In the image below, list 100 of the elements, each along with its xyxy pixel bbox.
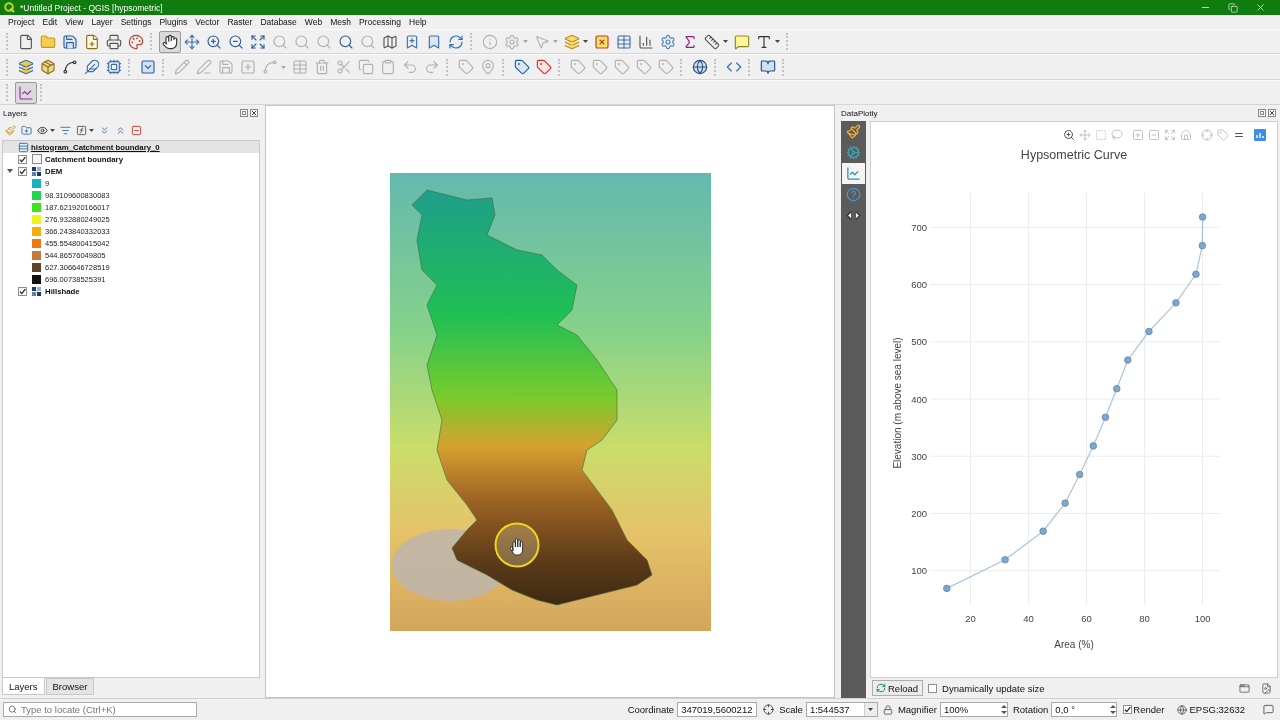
menu-item[interactable]: Database bbox=[256, 17, 301, 27]
magnifier-spinbox[interactable]: 100% bbox=[939, 702, 1008, 717]
caret-icon[interactable] bbox=[723, 40, 728, 43]
spin-arrows-icon[interactable] bbox=[1000, 704, 1007, 715]
folder-plus-icon[interactable] bbox=[21, 124, 32, 136]
eye-icon[interactable] bbox=[37, 124, 48, 136]
reload-button[interactable]: Reload bbox=[872, 680, 924, 696]
axis-tick-label: 60 bbox=[1081, 613, 1092, 624]
message-icon[interactable] bbox=[1263, 704, 1274, 715]
gears-icon bbox=[846, 145, 861, 160]
table-icon bbox=[18, 141, 29, 153]
search-field[interactable]: Type to locate (Ctrl+K) bbox=[3, 702, 197, 717]
menu-item[interactable]: Processing bbox=[354, 17, 405, 27]
axis-tick-label: 200 bbox=[911, 507, 927, 519]
axis-tick-label: 500 bbox=[911, 336, 927, 348]
line-chart-icon bbox=[846, 166, 861, 181]
caret-icon[interactable] bbox=[583, 40, 588, 43]
checkbox[interactable] bbox=[18, 166, 27, 176]
menu-item[interactable]: Layer bbox=[87, 17, 117, 27]
axis-tick-label: 20 bbox=[965, 613, 976, 624]
window-icon[interactable] bbox=[1239, 682, 1250, 694]
menu-item[interactable]: Mesh bbox=[326, 17, 355, 27]
data-point bbox=[1145, 327, 1153, 336]
checkbox[interactable] bbox=[1123, 705, 1133, 714]
map-canvas[interactable] bbox=[265, 105, 835, 698]
caret-icon[interactable] bbox=[775, 40, 780, 43]
zoom-in-icon[interactable] bbox=[1063, 129, 1075, 141]
crosshair-icon[interactable] bbox=[763, 704, 775, 715]
checkbox[interactable] bbox=[18, 286, 27, 296]
panel-title: Layers bbox=[3, 108, 27, 118]
axis-tick-label: 40 bbox=[1023, 613, 1034, 624]
close-icon[interactable] bbox=[1268, 109, 1276, 117]
axis-tick-label: 80 bbox=[1139, 613, 1150, 624]
square-minus-icon[interactable] bbox=[131, 124, 142, 136]
axis-tick-label: 400 bbox=[911, 393, 927, 405]
menu-item[interactable]: Edit bbox=[38, 17, 62, 27]
data-point bbox=[1172, 299, 1180, 307]
axis-tick-label: 100 bbox=[911, 565, 927, 577]
field-label: Scale bbox=[779, 704, 803, 715]
cursor-highlight-icon bbox=[494, 522, 540, 568]
axis-tick-label: 700 bbox=[911, 221, 927, 233]
rotation-spinbox[interactable]: 0,0 ° bbox=[1051, 702, 1118, 717]
axis-title: Area (%) bbox=[1054, 639, 1094, 650]
refresh-icon bbox=[876, 683, 886, 693]
data-point bbox=[1061, 499, 1069, 507]
data-point bbox=[1101, 413, 1110, 421]
menu-item[interactable]: Raster bbox=[223, 17, 257, 27]
data-point bbox=[1039, 527, 1047, 535]
data-point bbox=[1001, 556, 1009, 564]
data-point bbox=[1113, 385, 1121, 393]
checkbox[interactable] bbox=[18, 154, 27, 164]
restore-icon[interactable] bbox=[1228, 2, 1238, 13]
data-point bbox=[943, 584, 951, 593]
menu-item[interactable]: Vector bbox=[191, 17, 224, 27]
chevrons-up-icon[interactable] bbox=[115, 124, 126, 136]
field-label: Coordinate bbox=[627, 704, 675, 715]
chevrons-down-icon[interactable] bbox=[99, 124, 110, 136]
expand-arrow-icon[interactable] bbox=[7, 168, 13, 174]
help-icon bbox=[846, 187, 861, 202]
menu-item[interactable]: Settings bbox=[116, 17, 156, 27]
menu-item[interactable]: Help bbox=[405, 17, 431, 27]
panel-tab[interactable]: Layers bbox=[2, 678, 45, 695]
checkbox-label: Render bbox=[1133, 704, 1165, 715]
menu-item[interactable]: Web bbox=[300, 17, 327, 27]
menu-item[interactable]: Project bbox=[4, 17, 39, 27]
caret-icon[interactable] bbox=[868, 708, 874, 711]
paintbrush-icon bbox=[846, 124, 861, 139]
menu-item[interactable]: View bbox=[61, 17, 88, 27]
search-icon bbox=[8, 705, 17, 714]
axis-tick-label: 600 bbox=[911, 279, 927, 291]
data-point bbox=[1198, 241, 1206, 250]
chart-logo-icon[interactable] bbox=[1254, 129, 1266, 141]
axis-tick-label: 300 bbox=[911, 450, 927, 462]
lock-icon[interactable] bbox=[882, 704, 893, 715]
polygon-symbol-icon bbox=[32, 154, 42, 164]
caret-icon[interactable] bbox=[89, 128, 94, 132]
code-icon bbox=[846, 208, 861, 223]
menu-item[interactable]: Plugins bbox=[155, 17, 192, 27]
crs-button[interactable]: EPSG:32632 bbox=[1176, 704, 1245, 715]
panel-tab[interactable]: Browser bbox=[45, 678, 95, 695]
checkbox[interactable] bbox=[928, 683, 938, 693]
scale-combobox[interactable]: 1:544537 bbox=[805, 702, 878, 717]
field-label: Rotation bbox=[1012, 704, 1049, 715]
data-point bbox=[1192, 270, 1200, 278]
window-title: *Untitled Project - QGIS [hypsometric] bbox=[20, 2, 163, 13]
close-icon[interactable] bbox=[250, 109, 258, 117]
page-image-icon[interactable] bbox=[1261, 682, 1272, 694]
data-point bbox=[1089, 442, 1097, 450]
app-logo-icon bbox=[4, 2, 15, 13]
paintbrush-icon[interactable] bbox=[5, 124, 16, 136]
checkbox-label: Dynamically update size bbox=[942, 682, 1045, 694]
coordinate-field[interactable]: 347019,5600212 bbox=[677, 702, 758, 717]
spin-arrows-icon[interactable] bbox=[1110, 704, 1117, 715]
chart-title: Hypsometric Curve bbox=[1020, 147, 1128, 163]
panel-title: DataPlotly bbox=[841, 108, 878, 118]
filter-icon[interactable] bbox=[60, 124, 71, 136]
field-label: Magnifier bbox=[897, 704, 937, 715]
axis-tick-label: 100 bbox=[1194, 613, 1211, 624]
caret-icon[interactable] bbox=[50, 128, 55, 132]
function-icon[interactable] bbox=[76, 124, 87, 136]
